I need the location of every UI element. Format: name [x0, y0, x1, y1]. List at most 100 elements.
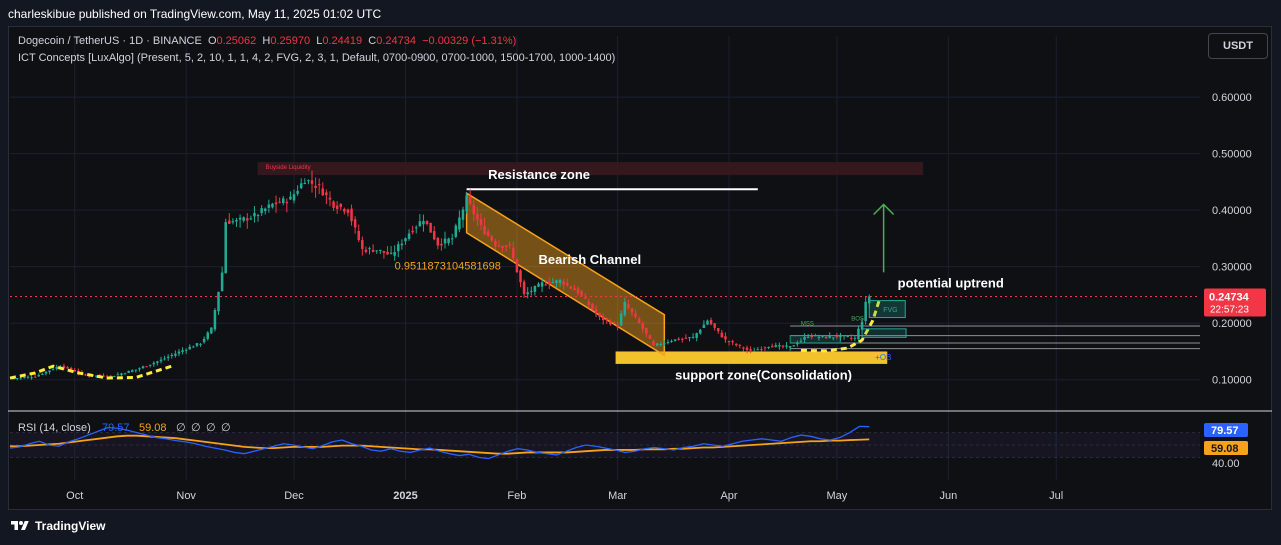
footer-brand[interactable]: TradingView [10, 519, 105, 533]
candle-body [767, 346, 770, 348]
candle-body [317, 184, 321, 186]
candle-body [677, 338, 680, 340]
candle-body [591, 303, 594, 310]
candle-body [263, 208, 267, 211]
low-value: 0.24419 [322, 35, 363, 47]
candle-body [645, 327, 648, 334]
candle-body [267, 204, 271, 208]
candle-body [533, 286, 537, 292]
candle-body [558, 280, 562, 283]
candle-body [609, 321, 612, 325]
candle-body [177, 351, 181, 354]
candle-body [691, 336, 695, 338]
candle-body [670, 340, 673, 342]
rsi-pane: RSI (14, close) 79.57 59.08 ∅ ∅ ∅ ∅ 79.57 59.08 4… [8, 410, 1272, 470]
candle-body [483, 225, 486, 235]
candle-body [756, 349, 760, 351]
candle-body [465, 195, 468, 212]
price-axis: 0.10000 0.20000 0.30000 0.40000 0.50000 0.600… [1204, 92, 1266, 387]
rsi-value-tag-text: 79.57 [1211, 425, 1239, 437]
candle-body [170, 354, 174, 356]
candle-body [335, 205, 339, 209]
candle-body [688, 337, 691, 339]
y-tick-label: 0.40000 [1212, 205, 1252, 217]
candle-body [181, 350, 184, 352]
candle-body [156, 361, 159, 363]
candle-body [605, 318, 609, 321]
candle-body [235, 219, 238, 222]
candle-body [562, 281, 565, 285]
candle-body [202, 338, 206, 343]
candle-body [727, 340, 731, 342]
candle-body [314, 185, 317, 188]
indicator-legend[interactable]: ICT Concepts [LuxAlgo] (Present, 5, 2, 1… [18, 52, 615, 64]
y-tick-label: 0.50000 [1212, 149, 1252, 161]
candle-body [555, 280, 558, 283]
candle-body [648, 335, 652, 339]
candle-body [113, 375, 116, 377]
candle-body [551, 282, 555, 284]
candle-body [454, 225, 458, 237]
candle-body [623, 302, 627, 315]
candle-body [350, 208, 353, 222]
candle-body [346, 209, 350, 213]
candle-body [663, 343, 666, 345]
rsi-placeholder: ∅ [206, 422, 216, 434]
symbol-legend: Dogecoin / TetherUS · 1D · BINANCE O 0.25… [18, 35, 516, 47]
candle-body [353, 219, 357, 228]
candle-body [411, 230, 414, 233]
candle-body [778, 345, 781, 347]
high-value: 0.25970 [270, 35, 311, 47]
x-tick-label: Oct [66, 490, 83, 502]
candle-body [217, 291, 220, 312]
candle-body [271, 203, 274, 208]
candle-body [224, 222, 227, 274]
candle-body [33, 376, 37, 378]
x-tick-label: 2025 [393, 490, 417, 502]
candle-body [368, 248, 371, 250]
candle-body [695, 333, 698, 338]
candle-body [850, 337, 853, 339]
candle-body [242, 217, 245, 221]
candle-body [361, 240, 364, 250]
candle-body [450, 238, 454, 240]
currency-button[interactable]: USDT [1208, 33, 1268, 59]
candle-body [576, 288, 580, 294]
candle-body [364, 249, 368, 252]
candle-body [249, 218, 253, 220]
candle-body [476, 213, 479, 220]
candle-body [540, 282, 544, 287]
candle-body [666, 342, 670, 344]
candle-body [770, 346, 774, 348]
time-axis: Oct Nov Dec 2025 Feb Mar Apr May Jun Jul [66, 490, 1063, 502]
candle-body [612, 322, 616, 324]
y-tick-label: 0.60000 [1212, 92, 1252, 104]
candle-body [512, 248, 515, 259]
candle-body [713, 323, 716, 328]
candle-body [19, 377, 23, 379]
candle-body [199, 343, 202, 345]
candle-body [407, 233, 411, 239]
candle-body [195, 343, 199, 346]
candle-body [655, 343, 659, 346]
price-chart[interactable]: Buyside Liquidity Resistance zone Bearish … [0, 0, 1281, 545]
candle-body [734, 343, 738, 346]
candle-body [594, 309, 598, 314]
open-label: O [207, 35, 217, 47]
symbol-name[interactable]: Dogecoin / TetherUS · 1D · BINANCE [18, 35, 202, 47]
candle-body [206, 332, 209, 339]
candle-body [788, 346, 792, 348]
candle-body [281, 198, 285, 203]
candle-body [760, 349, 763, 351]
candle-body [490, 236, 494, 241]
candle-body [752, 351, 756, 353]
rsi-title: RSI (14, close) [18, 422, 91, 434]
candle-body [601, 316, 605, 321]
candle-body [440, 243, 443, 246]
candle-body [37, 374, 41, 377]
candle-body [382, 250, 386, 253]
fvg-box [789, 335, 841, 344]
candle-body [659, 344, 662, 346]
candle-body [630, 308, 634, 313]
candle-body [231, 221, 235, 223]
